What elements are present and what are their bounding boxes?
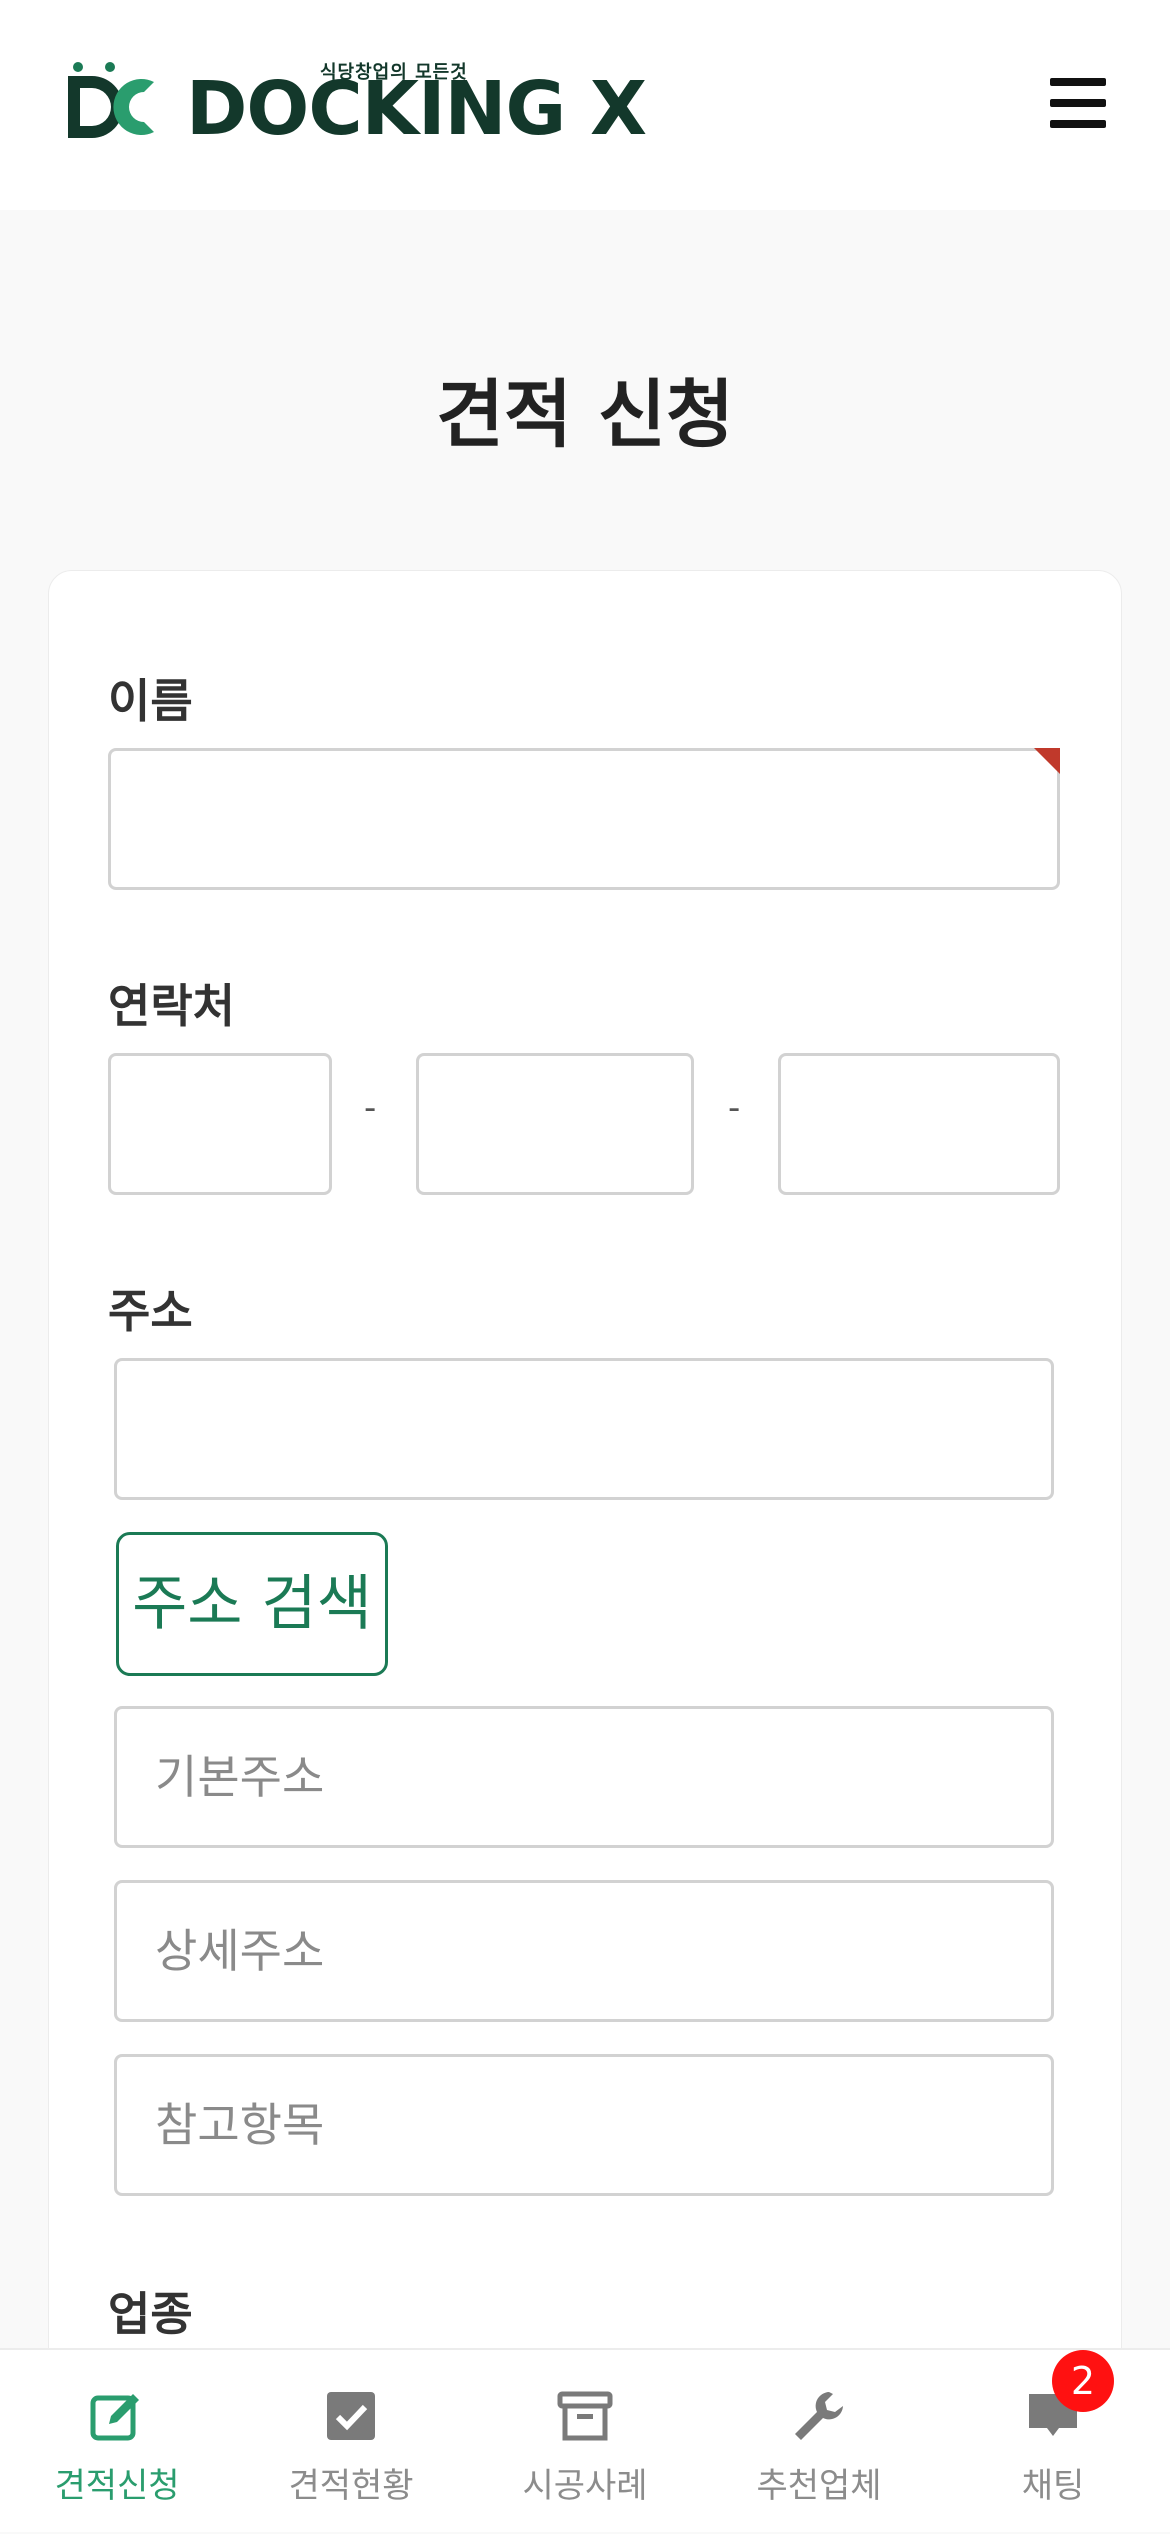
tab-construction-cases[interactable]: 시공사례	[468, 2350, 702, 2534]
edit-icon	[90, 2394, 139, 2441]
logo-brand-text: DOCKING X	[186, 66, 647, 152]
address-search-button[interactable]: 주소 검색	[116, 1532, 388, 1676]
bottom-tab-bar: 견적신청 견적현황 시공사례 추천업체 2 채팅	[0, 2348, 1170, 2532]
hamburger-menu-icon[interactable]	[1050, 78, 1106, 128]
phone-separator: -	[364, 1088, 377, 1128]
tab-chat[interactable]: 2 채팅	[936, 2350, 1170, 2534]
address-label: 주소	[108, 1284, 193, 1338]
detail-address-input[interactable]	[114, 1880, 1054, 2022]
phone-separator: -	[728, 1088, 741, 1128]
checkbox-icon	[327, 2392, 375, 2440]
business-type-label: 업종	[108, 2287, 193, 2341]
reference-address-input[interactable]	[114, 2054, 1054, 2196]
postcode-input[interactable]	[114, 1358, 1054, 1500]
tab-quote-status[interactable]: 견적현황	[234, 2350, 468, 2534]
archive-box-icon	[557, 2391, 613, 2441]
dc-logo-mark-icon	[68, 62, 154, 138]
tab-label: 견적신청	[54, 2466, 180, 2506]
basic-address-input[interactable]	[114, 1706, 1054, 1848]
name-input[interactable]	[108, 748, 1060, 890]
tab-quote-request[interactable]: 견적신청	[0, 2350, 234, 2534]
phone-label: 연락처	[108, 979, 235, 1033]
tab-label: 시공사례	[522, 2466, 648, 2506]
phone-part3-input[interactable]	[778, 1053, 1060, 1195]
app-header: 식당창업의 모든것 DOCKING X	[0, 0, 1170, 210]
name-label: 이름	[108, 674, 193, 728]
tab-recommended-vendors[interactable]: 추천업체	[702, 2350, 936, 2534]
wrench-icon	[795, 2392, 843, 2440]
tab-label: 견적현황	[288, 2466, 414, 2506]
phone-part1-input[interactable]	[108, 1053, 332, 1195]
phone-part2-input[interactable]	[416, 1053, 694, 1195]
page-title: 견적 신청	[435, 372, 735, 458]
docking-x-logo[interactable]: 식당창업의 모든것 DOCKING X	[66, 56, 647, 146]
tab-label: 채팅	[1021, 2466, 1085, 2506]
tab-label: 추천업체	[756, 2466, 882, 2506]
chat-notification-badge: 2	[1052, 2350, 1114, 2412]
